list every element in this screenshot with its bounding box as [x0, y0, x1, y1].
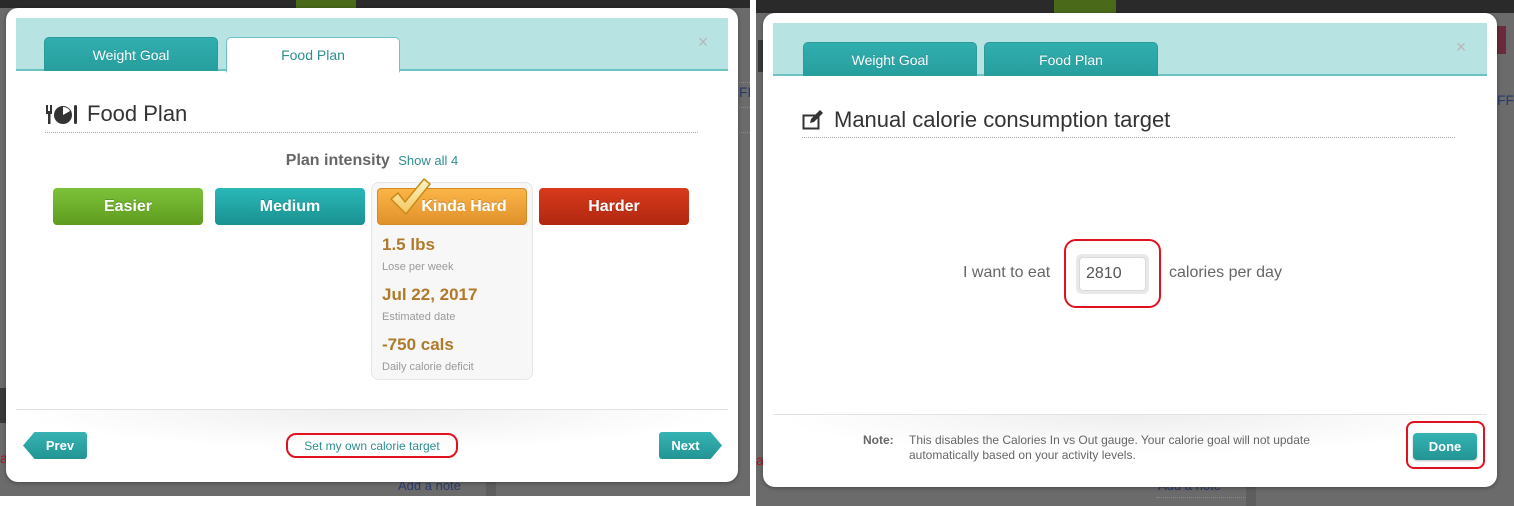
lose-per-week-label: Lose per week: [382, 261, 454, 273]
plan-intensity-heading: Plan intensity Show all 4: [6, 152, 738, 170]
set-own-calorie-target-link[interactable]: Set my own calorie target: [286, 433, 458, 458]
estimated-date-label: Estimated date: [382, 311, 456, 323]
background-top-bar: [0, 0, 750, 8]
background-today-button: [296, 0, 356, 8]
background-text-fragment: FF: [739, 84, 750, 100]
background-dots: [1156, 497, 1246, 498]
eat-prefix-label: I want to eat: [963, 264, 1051, 281]
intensity-kinda-hard-label: Kinda Hard: [421, 197, 507, 215]
close-icon[interactable]: ×: [1453, 38, 1469, 56]
section-title-text: Food Plan: [87, 101, 188, 126]
section-title-text: Manual calorie consumption target: [834, 107, 1171, 132]
tab-food-plan[interactable]: Food Plan: [226, 37, 400, 73]
eat-suffix-label: calories per day: [1169, 264, 1282, 281]
tab-weight-goal[interactable]: Weight Goal: [44, 37, 218, 71]
intensity-harder-button[interactable]: Harder: [539, 188, 689, 225]
show-all-link[interactable]: Show all 4: [398, 153, 458, 168]
calorie-deficit-value: -750 cals: [382, 335, 454, 354]
screenshot-stage: FF a Add a note FF a Add a note Weight G…: [0, 0, 1514, 506]
title-divider: [45, 132, 698, 133]
intensity-easier-button[interactable]: Easier: [53, 188, 203, 225]
background-today-button: [1054, 0, 1116, 13]
calorie-deficit-label: Daily calorie deficit: [382, 361, 474, 373]
modal-header: Weight Goal Food Plan ×: [16, 18, 728, 73]
section-title: Manual calorie consumption target: [802, 107, 1170, 133]
food-plan-modal: Weight Goal Food Plan × Food Plan Plan i: [6, 8, 738, 482]
tab-food-plan[interactable]: Food Plan: [984, 42, 1158, 76]
manual-calorie-modal: Weight Goal Food Plan × Manual calorie c…: [763, 13, 1497, 487]
intensity-medium-button[interactable]: Medium: [215, 188, 365, 225]
checkmark-icon: [390, 178, 431, 215]
calorie-input-wrapper: [1076, 254, 1149, 294]
note-label: Note:: [863, 433, 894, 447]
background-text-fragment: FF: [1497, 92, 1514, 108]
modal-header: Weight Goal Food Plan ×: [773, 23, 1487, 76]
edit-icon: [802, 109, 826, 131]
next-button[interactable]: Next: [659, 432, 722, 459]
tab-weight-goal[interactable]: Weight Goal: [803, 42, 977, 76]
estimated-date-value: Jul 22, 2017: [382, 285, 478, 304]
calorie-input[interactable]: [1079, 257, 1146, 291]
title-divider: [802, 137, 1455, 138]
done-button[interactable]: Done: [1413, 433, 1477, 460]
background-red-strip: [1496, 26, 1506, 54]
lose-per-week-value: 1.5 lbs: [382, 235, 435, 254]
background-top-bar: [756, 0, 1514, 13]
prev-button[interactable]: Prev: [23, 432, 87, 459]
food-plan-icon: [45, 102, 79, 126]
plan-intensity-label: Plan intensity: [285, 152, 390, 169]
note-text: This disables the Calories In vs Out gau…: [909, 433, 1310, 462]
close-icon[interactable]: ×: [695, 33, 711, 51]
section-title: Food Plan: [45, 101, 187, 127]
